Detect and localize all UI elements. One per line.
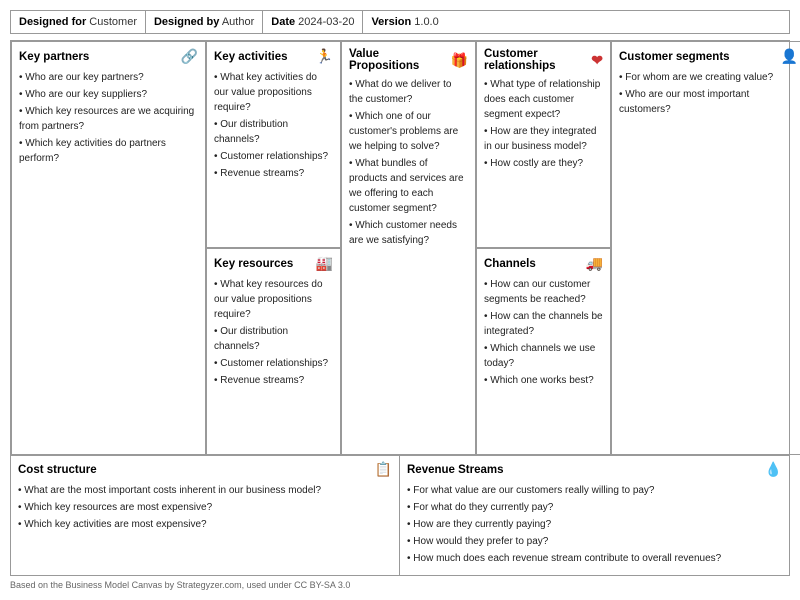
value-propositions-title: Value Propositions 🎁 (349, 48, 468, 72)
cost-structure-title: Cost structure 📋 (18, 461, 392, 478)
cost-item-3: Which key activities are most expensive? (18, 517, 392, 532)
vp-item-4: Which customer needs are we satisfying? (349, 218, 468, 248)
key-resources-content: What key resources do our value proposit… (214, 277, 333, 388)
key-resources-icon: 🏭 (316, 255, 333, 272)
ka-item-3: Customer relationships? (214, 149, 333, 164)
cr-item-2: How are they integrated in our business … (484, 124, 603, 154)
key-activities-content: What key activities do our value proposi… (214, 70, 333, 181)
cs-item-2: Who are our most important customers? (619, 87, 798, 117)
cost-structure-content: What are the most important costs inhere… (18, 483, 392, 532)
ka-item-4: Revenue streams? (214, 166, 333, 181)
rev-item-1: For what value are our customers really … (407, 483, 782, 498)
key-partners-icon: 🔗 (181, 48, 198, 65)
ka-item-1: What key activities do our value proposi… (214, 70, 333, 115)
kr-item-1: What key resources do our value proposit… (214, 277, 333, 322)
key-partners-content: Who are our key partners? Who are our ke… (19, 70, 198, 166)
kr-item-2: Our distribution channels? (214, 324, 333, 354)
kr-item-3: Customer relationships? (214, 356, 333, 371)
cr-item-1: What type of relationship does each cust… (484, 77, 603, 122)
channels-content: How can our customer segments be reached… (484, 277, 603, 388)
rev-item-4: How would they prefer to pay? (407, 534, 782, 549)
key-resources-title: Key resources 🏭 (214, 255, 333, 272)
kp-item-1: Who are our key partners? (19, 70, 198, 85)
ch-item-2: How can the channels be integrated? (484, 309, 603, 339)
cost-item-1: What are the most important costs inhere… (18, 483, 392, 498)
footer: Based on the Business Model Canvas by St… (10, 576, 790, 590)
ka-item-2: Our distribution channels? (214, 117, 333, 147)
value-propositions-cell: Value Propositions 🎁 What do we deliver … (341, 41, 476, 455)
customer-relationships-cell: Customer relationships ❤ What type of re… (476, 41, 611, 248)
key-partners-title: Key partners 🔗 (19, 48, 198, 65)
date-cell: Date 2024-03-20 (263, 11, 363, 33)
key-activities-cell: Key activities 🏃 What key activities do … (206, 41, 341, 248)
channels-title: Channels 🚚 (484, 255, 603, 272)
cost-structure-icon: 📋 (375, 461, 392, 478)
header-row: Designed for Customer Designed by Author… (10, 10, 790, 34)
customer-segments-title: Customer segments 👤 (619, 48, 798, 65)
kr-item-4: Revenue streams? (214, 373, 333, 388)
cost-structure-cell: Cost structure 📋 What are the most impor… (11, 455, 400, 575)
rev-item-2: For what do they currently pay? (407, 500, 782, 515)
version-value: 1.0.0 (414, 16, 438, 28)
version-cell: Version 1.0.0 (363, 11, 446, 33)
revenue-streams-title: Revenue Streams 💧 (407, 461, 782, 478)
designed-by-cell: Designed by Author (146, 11, 263, 33)
customer-segments-cell: Customer segments 👤 For whom are we crea… (611, 41, 800, 455)
customer-segments-icon: 👤 (781, 48, 798, 65)
designed-by-label: Designed by (154, 16, 219, 28)
key-activities-title: Key activities 🏃 (214, 48, 333, 65)
canvas-grid: Key partners 🔗 Who are our key partners?… (10, 40, 790, 456)
customer-relationships-content: What type of relationship does each cust… (484, 77, 603, 171)
customer-relationships-title: Customer relationships ❤ (484, 48, 603, 72)
designed-for-label: Designed for (19, 16, 86, 28)
revenue-streams-icon: 💧 (765, 461, 782, 478)
date-label: Date (271, 16, 295, 28)
value-propositions-content: What do we deliver to the customer? Whic… (349, 77, 468, 248)
page: Designed for Customer Designed by Author… (0, 0, 800, 600)
date-value: 2024-03-20 (298, 16, 354, 28)
ch-item-3: Which channels we use today? (484, 341, 603, 371)
cost-item-2: Which key resources are most expensive? (18, 500, 392, 515)
key-resources-cell: Key resources 🏭 What key resources do ou… (206, 248, 341, 455)
revenue-streams-content: For what value are our customers really … (407, 483, 782, 566)
ch-item-1: How can our customer segments be reached… (484, 277, 603, 307)
channels-cell: Channels 🚚 How can our customer segments… (476, 248, 611, 455)
footer-text: Based on the Business Model Canvas by St… (10, 580, 350, 590)
designed-by-value: Author (222, 16, 254, 28)
value-propositions-icon: 🎁 (451, 52, 468, 69)
key-activities-icon: 🏃 (316, 48, 333, 65)
version-label: Version (371, 16, 411, 28)
ch-item-4: Which one works best? (484, 373, 603, 388)
channels-icon: 🚚 (586, 255, 603, 272)
cr-item-3: How costly are they? (484, 156, 603, 171)
bottom-row: Cost structure 📋 What are the most impor… (10, 455, 790, 576)
key-partners-cell: Key partners 🔗 Who are our key partners?… (11, 41, 206, 455)
customer-relationships-icon: ❤ (591, 52, 603, 69)
kp-item-3: Which key resources are we acquiring fro… (19, 104, 198, 134)
customer-segments-content: For whom are we creating value? Who are … (619, 70, 798, 117)
rev-item-3: How are they currently paying? (407, 517, 782, 532)
cs-item-1: For whom are we creating value? (619, 70, 798, 85)
designed-for-value: Customer (89, 16, 137, 28)
vp-item-3: What bundles of products and services ar… (349, 156, 468, 216)
vp-item-2: Which one of our customer's problems are… (349, 109, 468, 154)
revenue-streams-cell: Revenue Streams 💧 For what value are our… (400, 455, 789, 575)
kp-item-2: Who are our key suppliers? (19, 87, 198, 102)
vp-item-1: What do we deliver to the customer? (349, 77, 468, 107)
kp-item-4: Which key activities do partners perform… (19, 136, 198, 166)
designed-for-cell: Designed for Customer (11, 11, 146, 33)
rev-item-5: How much does each revenue stream contri… (407, 551, 782, 566)
